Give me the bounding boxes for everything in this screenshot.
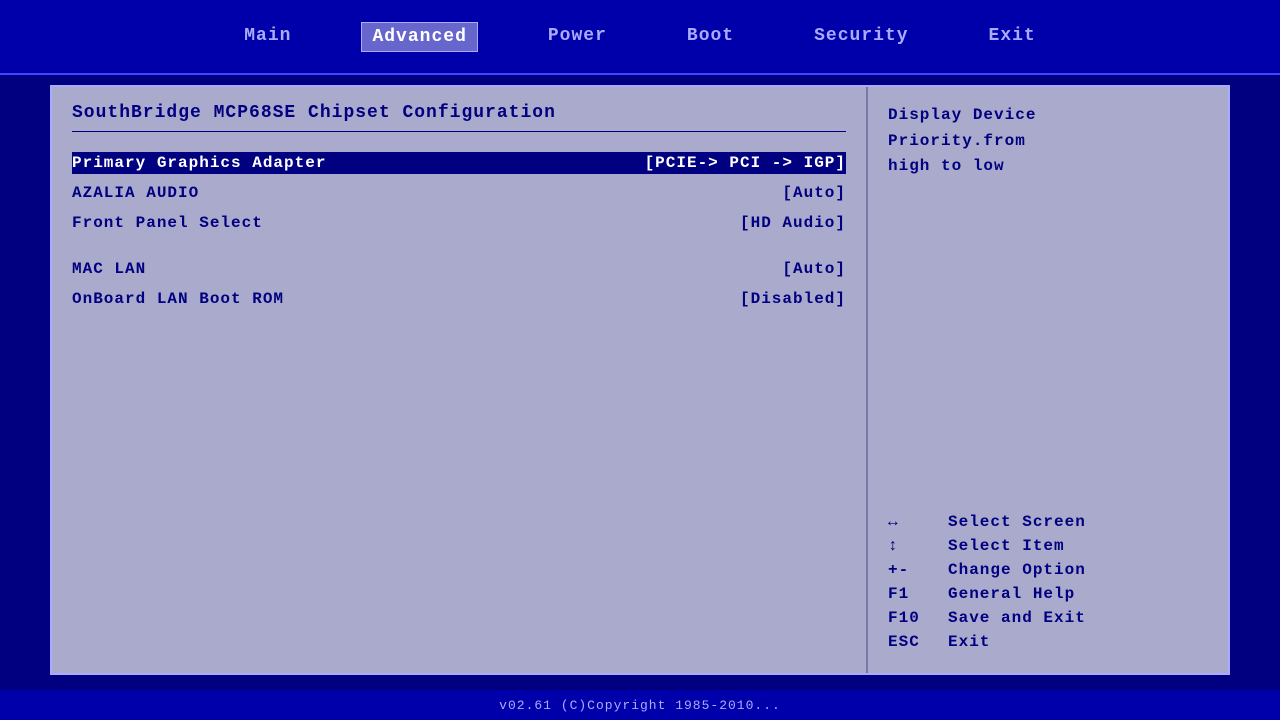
tab-exit[interactable]: Exit — [979, 22, 1046, 52]
menu-tabs: Main Advanced Power Boot Security Exit — [234, 22, 1046, 52]
key-row-f10: F10 Save and Exit — [888, 609, 1208, 627]
setting-label-primary-graphics: Primary Graphics Adapter — [72, 154, 326, 172]
setting-value-azalia: [Auto] — [782, 184, 846, 202]
setting-row-onboard-lan[interactable]: OnBoard LAN Boot ROM [Disabled] — [72, 288, 846, 310]
bottom-text: v02.61 (C)Copyright 1985-2010... — [499, 698, 781, 713]
tab-power[interactable]: Power — [538, 22, 617, 52]
key-row-select-screen: ↔ Select Screen — [888, 513, 1208, 531]
setting-label-onboard-lan: OnBoard LAN Boot ROM — [72, 290, 284, 308]
key-desc-esc: Exit — [948, 633, 990, 651]
setting-value-front-panel: [HD Audio] — [740, 214, 846, 232]
key-desc-select-item: Select Item — [948, 537, 1065, 555]
key-symbol-leftright: ↔ — [888, 513, 948, 531]
key-symbol-plusminus: +- — [888, 561, 948, 579]
setting-value-onboard-lan: [Disabled] — [740, 290, 846, 308]
tab-boot[interactable]: Boot — [677, 22, 744, 52]
section-gap — [72, 242, 846, 258]
settings-panel: SouthBridge MCP68SE Chipset Configuratio… — [52, 87, 868, 673]
setting-value-primary-graphics: [PCIE-> PCI -> IGP] — [645, 154, 846, 172]
help-line3: high to low — [888, 157, 1005, 175]
help-text: Display Device Priority.from high to low — [888, 103, 1208, 180]
setting-row-primary-graphics[interactable]: Primary Graphics Adapter [PCIE-> PCI -> … — [72, 152, 846, 174]
bottom-bar: v02.61 (C)Copyright 1985-2010... — [0, 690, 1280, 720]
divider — [72, 131, 846, 132]
key-row-esc: ESC Exit — [888, 633, 1208, 651]
key-symbol-f10: F10 — [888, 609, 948, 627]
help-line1: Display Device — [888, 106, 1036, 124]
main-panel: SouthBridge MCP68SE Chipset Configuratio… — [50, 85, 1230, 675]
key-symbol-updown: ↕ — [888, 537, 948, 555]
key-row-f1: F1 General Help — [888, 585, 1208, 603]
setting-value-mac-lan: [Auto] — [782, 260, 846, 278]
settings-table: Primary Graphics Adapter [PCIE-> PCI -> … — [72, 152, 846, 310]
help-line2: Priority.from — [888, 132, 1026, 150]
key-row-select-item: ↕ Select Item — [888, 537, 1208, 555]
panel-title: SouthBridge MCP68SE Chipset Configuratio… — [72, 103, 846, 123]
key-desc-f1: General Help — [948, 585, 1075, 603]
setting-label-front-panel: Front Panel Select — [72, 214, 263, 232]
key-desc-f10: Save and Exit — [948, 609, 1086, 627]
key-help: ↔ Select Screen ↕ Select Item +- Change … — [888, 513, 1208, 657]
tab-security[interactable]: Security — [804, 22, 918, 52]
setting-label-mac-lan: MAC LAN — [72, 260, 146, 278]
right-panel: Display Device Priority.from high to low… — [868, 87, 1228, 673]
top-menu-bar: Main Advanced Power Boot Security Exit — [0, 0, 1280, 75]
setting-label-azalia: AZALIA AUDIO — [72, 184, 199, 202]
key-symbol-esc: ESC — [888, 633, 948, 651]
setting-row-azalia[interactable]: AZALIA AUDIO [Auto] — [72, 182, 846, 204]
key-row-change-option: +- Change Option — [888, 561, 1208, 579]
tab-advanced[interactable]: Advanced — [361, 22, 477, 52]
key-desc-change-option: Change Option — [948, 561, 1086, 579]
key-symbol-f1: F1 — [888, 585, 948, 603]
setting-row-front-panel[interactable]: Front Panel Select [HD Audio] — [72, 212, 846, 234]
setting-row-mac-lan[interactable]: MAC LAN [Auto] — [72, 258, 846, 280]
key-desc-select-screen: Select Screen — [948, 513, 1086, 531]
tab-main[interactable]: Main — [234, 22, 301, 52]
